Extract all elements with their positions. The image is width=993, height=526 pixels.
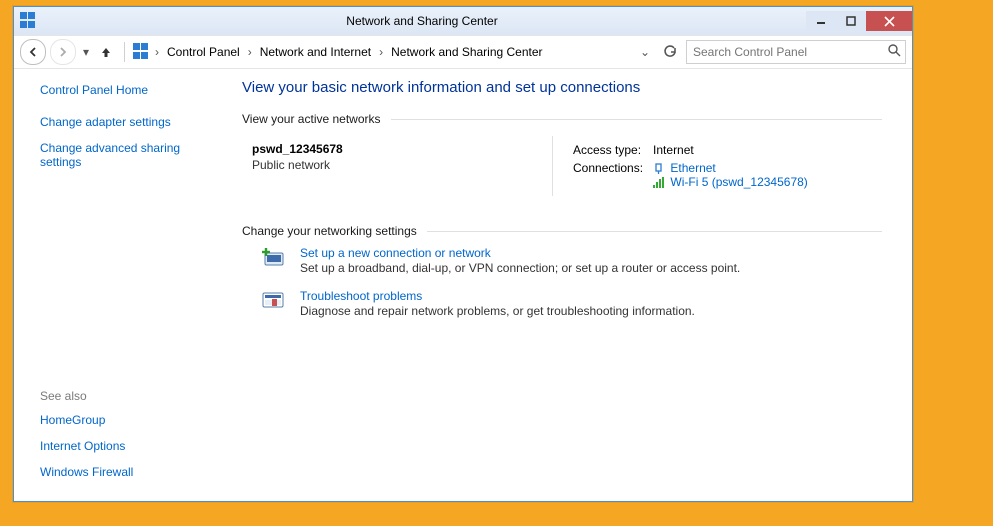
search-icon[interactable]: [888, 44, 901, 60]
active-network-block: pswd_12345678 Public network Access type…: [252, 136, 882, 196]
back-button[interactable]: [20, 39, 46, 65]
troubleshoot-link[interactable]: Troubleshoot problems: [300, 289, 695, 303]
section-label-text: View your active networks: [242, 112, 381, 126]
network-type: Public network: [252, 158, 552, 172]
recent-locations-dropdown[interactable]: ▾: [80, 45, 92, 59]
sidebar-link-home[interactable]: Control Panel Home: [40, 83, 212, 97]
setup-connection-desc: Set up a broadband, dial-up, or VPN conn…: [300, 261, 740, 275]
sidebar: Control Panel Home Change adapter settin…: [14, 69, 222, 501]
breadcrumb-bar[interactable]: › Control Panel › Network and Internet ›…: [133, 43, 632, 61]
sidebar-link-homegroup[interactable]: HomeGroup: [40, 413, 212, 427]
connections-label: Connections:: [573, 160, 651, 190]
connection-link-wifi[interactable]: Wi-Fi 5 (pswd_12345678): [670, 175, 807, 189]
network-details: Access type: Internet Connections: Et: [552, 136, 818, 196]
search-box[interactable]: [686, 40, 906, 64]
section-label-text: Change your networking settings: [242, 224, 417, 238]
breadcrumb-item[interactable]: Control Panel: [163, 43, 244, 61]
change-settings-heading: Change your networking settings: [242, 224, 882, 238]
troubleshoot-desc: Diagnose and repair network problems, or…: [300, 304, 695, 318]
window-controls: [806, 11, 912, 31]
ethernet-icon: [653, 163, 664, 174]
chevron-right-icon[interactable]: ›: [377, 45, 385, 59]
chevron-right-icon[interactable]: ›: [153, 45, 161, 59]
troubleshoot-icon: [258, 289, 290, 313]
setup-connection-icon: [258, 246, 290, 270]
sidebar-link-sharing[interactable]: Change advanced sharing settings: [40, 141, 212, 169]
titlebar: Network and Sharing Center: [14, 7, 912, 35]
access-type-value: Internet: [653, 142, 816, 158]
wifi-icon: [653, 177, 664, 188]
network-identity: pswd_12345678 Public network: [252, 136, 552, 196]
up-button[interactable]: [96, 42, 116, 62]
sidebar-link-adapter[interactable]: Change adapter settings: [40, 115, 212, 129]
forward-button[interactable]: [50, 39, 76, 65]
toolbar: ▾ › Control Panel › Network and Internet…: [14, 35, 912, 69]
page-title: View your basic network information and …: [242, 79, 882, 96]
window-title: Network and Sharing Center: [38, 14, 806, 28]
minimize-button[interactable]: [806, 11, 836, 31]
connection-link-ethernet[interactable]: Ethernet: [670, 161, 715, 175]
content-area: Control Panel Home Change adapter settin…: [14, 69, 912, 501]
troubleshoot-item: Troubleshoot problems Diagnose and repai…: [258, 289, 882, 318]
chevron-right-icon[interactable]: ›: [246, 45, 254, 59]
separator: [124, 42, 125, 62]
app-icon: [20, 12, 38, 30]
window-frame: Network and Sharing Center ▾ ›: [13, 6, 913, 502]
search-input[interactable]: [691, 44, 888, 60]
setup-connection-link[interactable]: Set up a new connection or network: [300, 246, 740, 260]
setup-connection-item: Set up a new connection or network Set u…: [258, 246, 882, 275]
close-button[interactable]: [866, 11, 912, 31]
active-networks-heading: View your active networks: [242, 112, 882, 126]
network-name: pswd_12345678: [252, 142, 552, 156]
breadcrumb-item[interactable]: Network and Internet: [256, 43, 375, 61]
breadcrumb-dropdown[interactable]: ⌄: [636, 45, 654, 59]
sidebar-link-internet-options[interactable]: Internet Options: [40, 439, 212, 453]
breadcrumb-item[interactable]: Network and Sharing Center: [387, 43, 546, 61]
sidebar-link-firewall[interactable]: Windows Firewall: [40, 465, 212, 479]
see-also-heading: See also: [40, 389, 212, 403]
access-type-label: Access type:: [573, 142, 651, 158]
control-panel-icon: [133, 43, 151, 61]
main-panel: View your basic network information and …: [222, 69, 912, 501]
maximize-button[interactable]: [836, 11, 866, 31]
refresh-button[interactable]: [658, 40, 682, 64]
